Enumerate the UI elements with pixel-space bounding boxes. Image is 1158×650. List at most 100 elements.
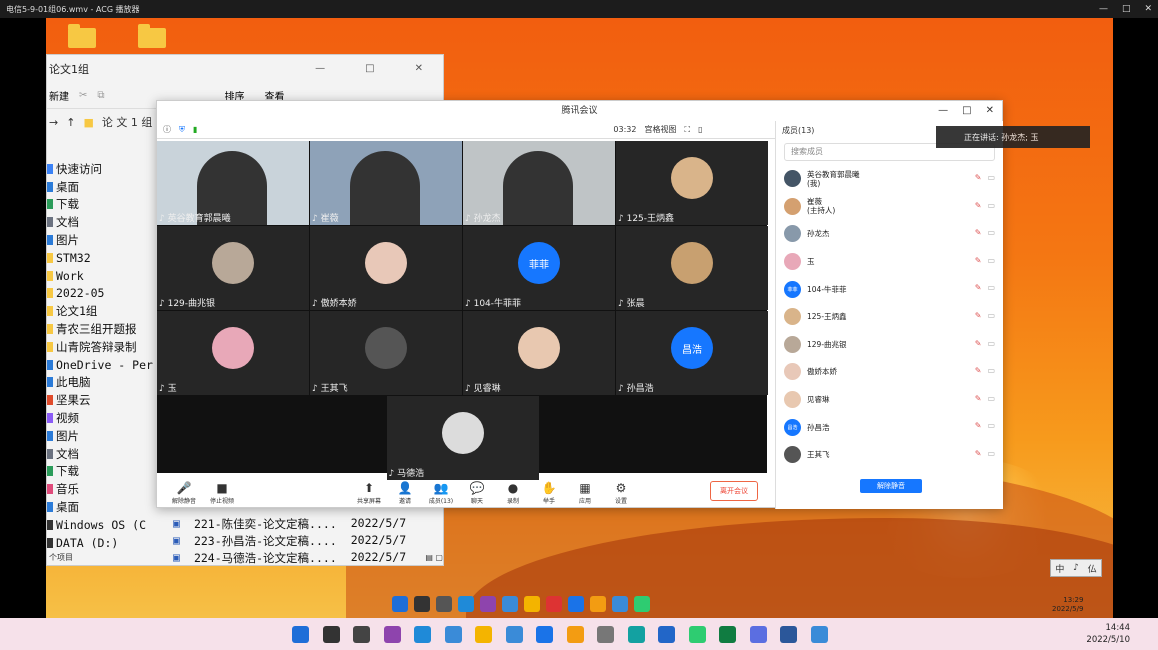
- toolbar-button[interactable]: ▦ 应用: [567, 480, 603, 505]
- app-icon[interactable]: [502, 596, 518, 612]
- mic-muted-icon[interactable]: ✎: [975, 228, 982, 237]
- meeting-min[interactable]: —: [938, 105, 948, 116]
- cut-icon[interactable]: ✂: [79, 90, 87, 101]
- app-icon[interactable]: [568, 596, 584, 612]
- nav-item[interactable]: 视频: [47, 409, 157, 427]
- member-row[interactable]: 孙龙杰 ✎ ▭: [776, 220, 1003, 248]
- member-row[interactable]: 129-曲兆银 ✎ ▭: [776, 331, 1003, 359]
- camera-icon[interactable]: ▭: [987, 449, 995, 458]
- nav-item[interactable]: Windows OS (C: [47, 516, 157, 534]
- taskbar-app-icon[interactable]: [627, 626, 645, 643]
- toolbar-button[interactable]: ✋ 举手: [531, 480, 567, 505]
- camera-icon[interactable]: ▭: [987, 283, 995, 292]
- taskbar-app-icon[interactable]: [810, 626, 828, 643]
- toolbar-button[interactable]: ● 录制: [495, 480, 531, 505]
- ime-mode[interactable]: 中: [1055, 562, 1064, 575]
- nav-item[interactable]: 下载: [47, 463, 157, 481]
- file-row[interactable]: ▣ 221-陈佳奕-论文定稿.... 2022/5/7: [173, 516, 443, 533]
- camera-icon[interactable]: ▭: [987, 311, 995, 320]
- toolbar-button[interactable]: 👤 邀请: [387, 480, 423, 505]
- video-tile[interactable]: ♪ 129-曲兆银: [157, 226, 309, 310]
- ime-icon[interactable]: 仏: [1088, 562, 1097, 575]
- info-icon[interactable]: ⓘ: [163, 124, 171, 135]
- desktop-folder-icon[interactable]: [68, 24, 96, 48]
- member-row[interactable]: 崔薇 (主持人) ✎ ▭: [776, 193, 1003, 221]
- leave-meeting-button[interactable]: 离开会议: [710, 481, 758, 501]
- member-row[interactable]: 见睿琳 ✎ ▭: [776, 386, 1003, 414]
- new-button[interactable]: 新建: [49, 88, 69, 103]
- video-tile[interactable]: ♪ 125-王炳鑫: [616, 141, 768, 225]
- toolbar-button[interactable]: 💬 聊天: [459, 480, 495, 505]
- member-row[interactable]: 王其飞 ✎ ▭: [776, 441, 1003, 469]
- address-bar[interactable]: 论 文 1 组: [102, 114, 153, 130]
- taskbar-app-icon[interactable]: [322, 626, 340, 643]
- video-tile[interactable]: ♪ 张晨: [616, 226, 768, 310]
- video-tile[interactable]: ♪ 孙龙杰: [463, 141, 615, 225]
- mic-muted-icon[interactable]: ✎: [975, 421, 982, 430]
- file-row[interactable]: ▣ 223-孙昌浩-论文定稿.... 2022/5/7: [173, 533, 443, 550]
- copy-icon[interactable]: ⧉: [97, 90, 104, 101]
- nav-item[interactable]: OneDrive - Per: [47, 356, 157, 374]
- mic-muted-icon[interactable]: ✎: [975, 173, 982, 182]
- video-tile[interactable]: 昌浩 ♪ 孙昌浩: [616, 311, 768, 395]
- nav-item[interactable]: 青农三组开题报: [47, 320, 157, 338]
- taskbar-app-icon[interactable]: [566, 626, 584, 643]
- nav-item[interactable]: 桌面: [47, 498, 157, 516]
- toolbar-button[interactable]: 🎤 解除静音: [165, 480, 203, 505]
- maximize-button[interactable]: □: [1122, 4, 1131, 14]
- camera-icon[interactable]: ▭: [987, 173, 995, 182]
- taskbar-app-icon[interactable]: [749, 626, 767, 643]
- close-button[interactable]: ✕: [1144, 4, 1152, 14]
- taskbar-app-icon[interactable]: [444, 626, 462, 643]
- toolbar-button[interactable]: ⬆ 共享屏幕: [351, 480, 387, 505]
- nav-item[interactable]: 2022-05: [47, 285, 157, 303]
- mic-muted-icon[interactable]: ✎: [975, 256, 982, 265]
- ime-bar[interactable]: 中 ♪ 仏: [1050, 559, 1102, 577]
- taskbar-app-icon[interactable]: [475, 626, 492, 643]
- explorer-close[interactable]: ✕: [415, 63, 423, 74]
- video-tile[interactable]: ♪ 玉: [157, 311, 309, 395]
- nav-item[interactable]: 音乐: [47, 480, 157, 498]
- taskbar-app-icon[interactable]: [688, 626, 706, 643]
- toolbar-button[interactable]: ■ 停止视频: [203, 480, 241, 505]
- app-icon[interactable]: [392, 596, 408, 612]
- toolbar-button[interactable]: 👥 成员(13): [423, 480, 459, 505]
- taskbar-app-icon[interactable]: [658, 626, 675, 643]
- nav-item[interactable]: 桌面: [47, 178, 157, 196]
- mic-muted-icon[interactable]: ✎: [975, 366, 982, 375]
- nav-item[interactable]: 图片: [47, 231, 157, 249]
- mic-muted-icon[interactable]: ✎: [975, 201, 982, 210]
- meeting-max[interactable]: □: [962, 105, 971, 116]
- nav-item[interactable]: 图片: [47, 427, 157, 445]
- explorer-min[interactable]: —: [315, 63, 325, 74]
- mic-muted-icon[interactable]: ✎: [975, 394, 982, 403]
- back-icon[interactable]: →: [49, 116, 58, 129]
- video-tile[interactable]: ♪ 见睿琳: [463, 311, 615, 395]
- video-tile[interactable]: ♪ 傲娇本娇: [310, 226, 462, 310]
- app-icon[interactable]: [414, 596, 430, 612]
- nav-item[interactable]: 文档: [47, 213, 157, 231]
- app-icon[interactable]: [612, 596, 628, 612]
- mic-muted-icon[interactable]: ✎: [975, 339, 982, 348]
- nav-item[interactable]: STM32: [47, 249, 157, 267]
- app-icon[interactable]: [458, 596, 474, 612]
- meeting-close[interactable]: ✕: [986, 105, 994, 116]
- nav-item[interactable]: 论文1组: [47, 302, 157, 320]
- camera-icon[interactable]: ▭: [987, 421, 995, 430]
- app-icon[interactable]: [436, 596, 452, 612]
- video-tile[interactable]: ♪ 王其飞: [310, 311, 462, 395]
- view-mode-button[interactable]: 宫格视图: [644, 124, 676, 135]
- camera-icon[interactable]: ▭: [987, 339, 995, 348]
- taskbar-app-icon[interactable]: [719, 626, 736, 643]
- shield-icon[interactable]: ⛨: [179, 125, 185, 135]
- video-tile[interactable]: ♪ 英谷教育郭晨曦: [157, 141, 309, 225]
- taskbar-app-icon[interactable]: [383, 626, 401, 643]
- camera-icon[interactable]: ▭: [987, 366, 995, 375]
- taskbar-app-icon[interactable]: [536, 626, 553, 643]
- nav-item[interactable]: 坚果云: [47, 391, 157, 409]
- up-icon[interactable]: ↑: [66, 116, 75, 129]
- member-row[interactable]: 125-王炳鑫 ✎ ▭: [776, 303, 1003, 331]
- camera-icon[interactable]: ▭: [987, 256, 995, 265]
- video-tile[interactable]: ♪ 崔薇: [310, 141, 462, 225]
- sidebar-toggle-icon[interactable]: ▯: [698, 125, 702, 134]
